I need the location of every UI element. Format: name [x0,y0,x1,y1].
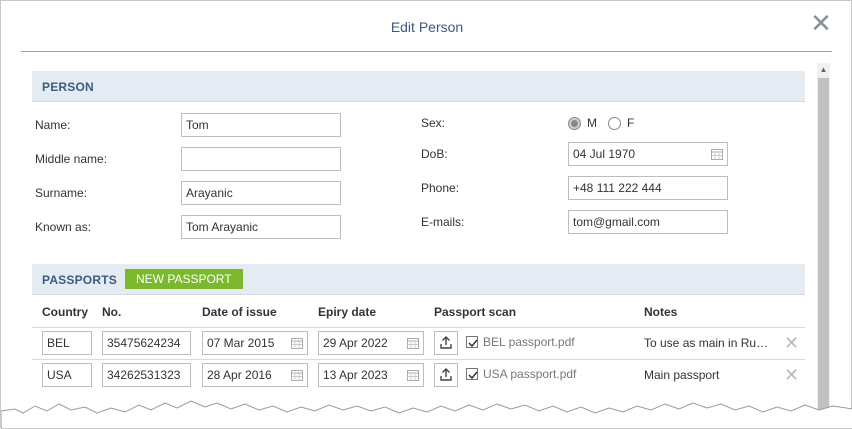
delete-icon[interactable]: ✕ [784,334,799,352]
sex-male-label: M [587,116,597,130]
calendar-icon[interactable] [407,369,419,381]
passport-number-input[interactable]: 35475624234 [102,331,191,355]
upload-scan-button[interactable] [434,331,458,355]
known-as-input[interactable]: Tom Arayanic [181,215,341,239]
sex-female-radio[interactable] [608,117,621,130]
passport-expiry-input[interactable]: 29 Apr 2022 [318,331,424,355]
passports-section-title: PASSPORTS [42,273,117,287]
upload-scan-button[interactable] [434,363,458,387]
dob-label: DoB: [421,147,448,161]
middle-name-label: Middle name: [35,152,108,166]
edit-person-dialog: Edit Person ✕ PERSON Name: Tom Middle na… [0,0,852,429]
known-as-label: Known as: [35,220,92,234]
passport-notes[interactable]: Main passport [644,368,774,382]
passports-section-header: PASSPORTS NEW PASSPORT [32,264,805,295]
emails-label: E-mails: [421,215,465,229]
calendar-icon[interactable] [291,369,303,381]
sex-label: Sex: [421,116,446,130]
passport-expiry-value: 29 Apr 2022 [323,336,388,350]
dob-value: 04 Jul 1970 [573,147,636,161]
phone-input[interactable]: +48 111 222 444 [568,176,728,200]
delete-icon[interactable]: ✕ [784,366,799,384]
upload-icon [440,368,452,381]
passport-country-input[interactable]: USA [42,363,92,387]
sex-female-label: F [627,116,635,130]
calendar-icon[interactable] [407,337,419,349]
name-label: Name: [35,118,71,132]
col-number: No. [102,305,122,319]
phone-label: Phone: [421,181,460,195]
dob-input[interactable]: 04 Jul 1970 [568,142,728,166]
close-icon[interactable]: ✕ [809,10,833,36]
passport-expiry-value: 13 Apr 2023 [323,368,388,382]
passport-issue-input[interactable]: 28 Apr 2016 [202,363,308,387]
scan-checkbox[interactable] [466,336,478,348]
row-divider [32,359,805,360]
title-divider [21,51,832,52]
new-passport-button[interactable]: NEW PASSPORT [125,269,243,289]
passport-country-input[interactable]: BEL [42,331,92,355]
upload-icon [440,336,452,349]
row-divider [32,327,805,328]
col-passport-scan: Passport scan [434,305,517,319]
scan-file-link[interactable]: BEL passport.pdf [483,335,575,349]
surname-input[interactable]: Arayanic [181,181,341,205]
scan-file-link[interactable]: USA passport.pdf [483,367,576,381]
sex-male-radio[interactable] [568,117,581,130]
passport-issue-value: 07 Mar 2015 [207,336,275,350]
col-expiry-date: Epiry date [318,305,377,319]
surname-label: Surname: [35,186,88,200]
col-country: Country [42,305,88,319]
col-date-of-issue: Date of issue [202,305,277,319]
calendar-icon[interactable] [291,337,303,349]
scroll-up-icon[interactable]: ▲ [817,63,830,77]
passport-number-input[interactable]: 34262531323 [102,363,191,387]
email-input[interactable]: tom@gmail.com [568,210,728,234]
person-section-title: PERSON [42,80,94,94]
vertical-scrollbar[interactable]: ▲ [817,63,830,423]
scan-checkbox[interactable] [466,368,478,380]
passport-expiry-input[interactable]: 13 Apr 2023 [318,363,424,387]
torn-edge-decoration [1,400,852,429]
person-section-header: PERSON [32,71,805,102]
passport-issue-value: 28 Apr 2016 [207,368,272,382]
scroll-thumb[interactable] [818,78,829,423]
dialog-title: Edit Person [390,19,464,35]
col-notes: Notes [644,305,678,319]
middle-name-input[interactable] [181,147,341,171]
name-input[interactable]: Tom [181,113,341,137]
passport-notes[interactable]: To use as main in Russia [644,336,774,350]
passport-issue-input[interactable]: 07 Mar 2015 [202,331,308,355]
calendar-icon[interactable] [711,148,723,160]
